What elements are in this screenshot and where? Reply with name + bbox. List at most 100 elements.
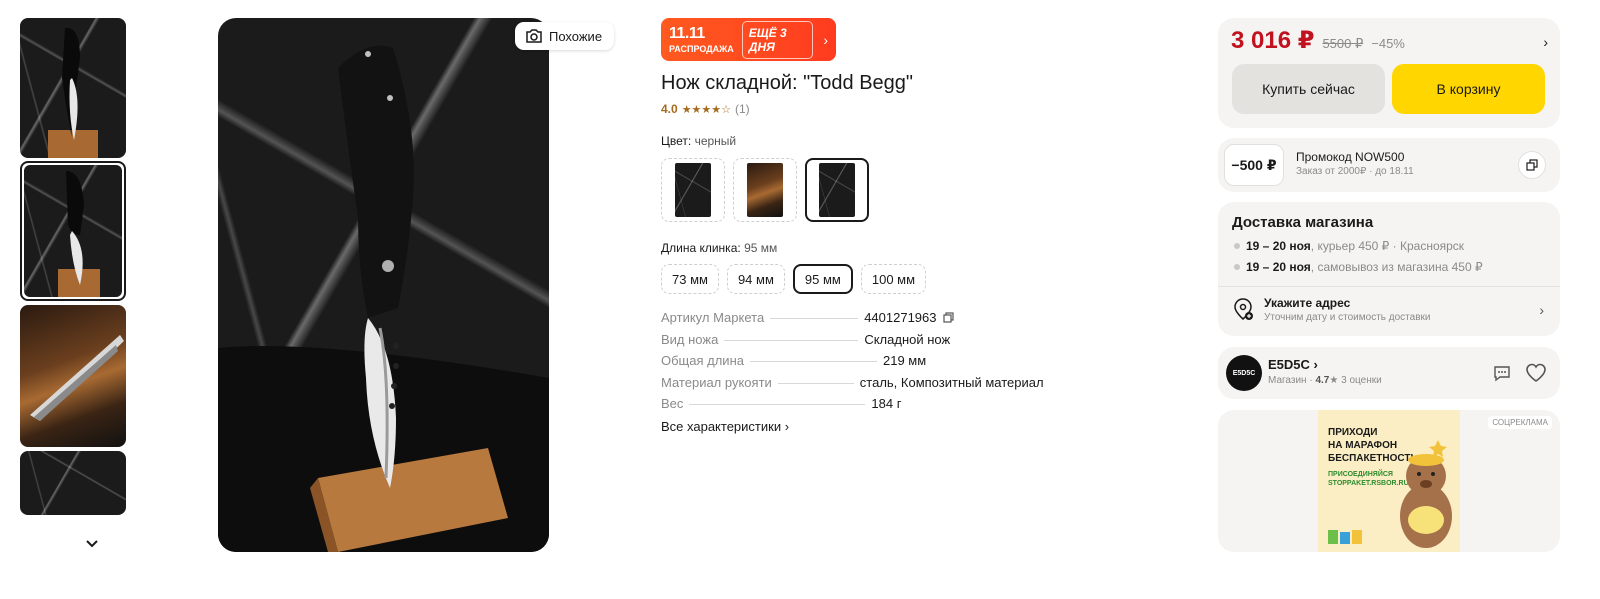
chevron-right-icon[interactable]: › [1539, 302, 1544, 318]
heart-icon[interactable] [1524, 361, 1548, 385]
sale-subtitle: РАСПРОДАЖА [669, 43, 734, 54]
spec-value: сталь, Композитный материал [859, 374, 1044, 390]
color-label: Цвет: черный [661, 134, 736, 148]
spec-key: Общая длина [661, 353, 744, 368]
chat-icon[interactable] [1492, 363, 1512, 383]
shop-card: E5D5C E5D5C › Магазин · 4.7★ 3 оценки [1218, 347, 1560, 399]
spec-key: Вид ножа [661, 331, 719, 347]
delivery-date: 19 – 20 ноя [1246, 260, 1311, 274]
shop-kind: Магазин · [1268, 375, 1316, 386]
promo-title: Промокод NOW500 [1296, 150, 1405, 164]
current-price: 3 016 ₽ [1231, 27, 1315, 54]
blade-option-selected[interactable]: 95 мм [792, 264, 853, 294]
spec-key: Артикул Маркета [661, 310, 765, 325]
social-ad-banner[interactable]: ПРИХОДИ НА МАРАФОН БЕСПАКЕТНОСТЬ ПРИСОЕД… [1218, 410, 1560, 552]
shop-name-link[interactable]: E5D5C › [1268, 357, 1318, 372]
promo-card: −500 ₽ Промокод NOW500 Заказ от 2000₽ · … [1218, 138, 1560, 192]
price-card: 3 016 ₽ 5500 ₽ −45% › Купить сейчас В ко… [1218, 18, 1560, 128]
rating-stars-icon: ★★★★☆ [681, 103, 731, 116]
color-option-2[interactable] [733, 158, 797, 222]
shop-meta: Магазин · 4.7★ 3 оценки [1268, 375, 1382, 386]
color-option-1[interactable] [661, 158, 725, 222]
color-option-image [819, 163, 855, 217]
spec-divider [777, 382, 854, 384]
spec-row: Вид ножа Складной нож [661, 332, 1061, 354]
chevron-down-icon[interactable] [84, 538, 100, 550]
add-to-cart-button[interactable]: В корзину [1392, 64, 1545, 114]
color-value: черный [694, 134, 737, 148]
copy-icon [1526, 159, 1538, 171]
spec-row: Вес 184 г [661, 396, 1061, 418]
bullet-icon [1234, 264, 1240, 270]
price-row[interactable]: 3 016 ₽ 5500 ₽ −45% [1231, 26, 1405, 55]
location-pin-icon [1234, 298, 1253, 320]
similar-button[interactable]: Похожие [515, 22, 615, 50]
sale-banner[interactable]: 11.11 РАСПРОДАЖА ЕЩЁ 3 ДНЯ › [661, 18, 836, 61]
ad-poster: ПРИХОДИ НА МАРАФОН БЕСПАКЕТНОСТЬ ПРИСОЕД… [1318, 410, 1460, 552]
delivery-title: Доставка магазина [1232, 214, 1374, 231]
wombat-illustration [1328, 440, 1452, 548]
thumbnail-image [20, 451, 126, 515]
delivery-detail: , самовывоз из магазина 450 ₽ [1310, 260, 1483, 274]
sale-date: 11.11 [669, 24, 705, 42]
shop-rating: 4.7 [1315, 375, 1330, 386]
spec-row: Артикул Маркета 4401271963 [661, 310, 1061, 332]
thumbnail-image [20, 305, 126, 447]
thumbnail-1[interactable] [20, 18, 126, 158]
delivery-detail: , курьер 450 ₽ · Красноярск [1310, 239, 1465, 253]
blade-length-label: Длина клинка: 95 мм [661, 241, 777, 255]
thumbnail-image [24, 165, 122, 297]
old-price: 5500 ₽ [1322, 36, 1364, 51]
product-rating[interactable]: 4.0 ★★★★☆ (1) [661, 102, 750, 116]
spec-value: 219 мм [882, 353, 927, 368]
sale-info: 11.11 РАСПРОДАЖА [669, 24, 734, 54]
article-number: 4401271963 [864, 310, 937, 325]
rating-value: 4.0 [661, 102, 678, 116]
bullet-icon [1234, 243, 1240, 249]
chevron-right-icon: › [784, 419, 790, 434]
shop-name: E5D5C [1268, 357, 1310, 372]
blade-label-text: Длина клинка: [661, 241, 741, 255]
spec-divider [770, 318, 859, 319]
copy-icon[interactable] [942, 312, 954, 323]
thumbnail-image [20, 18, 126, 158]
thumbnail-2[interactable] [20, 161, 126, 301]
address-subtitle: Уточним дату и стоимость доставки [1264, 312, 1431, 323]
sale-days-left: ЕЩЁ 3 ДНЯ [741, 20, 814, 59]
color-option-3[interactable] [805, 158, 869, 222]
camera-icon [526, 29, 542, 43]
blade-option[interactable]: 100 мм [860, 264, 927, 294]
all-specs-label: Все характеристики [661, 419, 782, 434]
reviews-count: (1) [735, 102, 750, 116]
blade-option[interactable]: 94 мм [726, 264, 785, 294]
spec-row: Общая длина 219 мм [661, 353, 1061, 375]
thumbnail-4[interactable] [20, 451, 126, 515]
thumbnail-3[interactable] [20, 305, 126, 447]
spec-divider [749, 361, 877, 362]
color-option-image [747, 163, 783, 217]
chevron-right-icon[interactable]: › [1543, 34, 1548, 50]
promo-subtitle: Заказ от 2000₽ · до 18.11 [1296, 166, 1414, 177]
shop-ratings-count: ★ 3 оценки [1329, 375, 1382, 386]
delivery-date: 19 – 20 ноя [1246, 239, 1311, 253]
spec-divider [689, 404, 866, 405]
shop-logo[interactable]: E5D5C [1226, 355, 1262, 391]
delivery-text: 19 – 20 ноя, самовывоз из магазина 450 ₽ [1246, 260, 1483, 274]
buy-now-button[interactable]: Купить сейчас [1232, 64, 1385, 114]
chevron-right-icon: › [823, 31, 828, 48]
delivery-option-courier: 19 – 20 ноя, курьер 450 ₽ · Красноярск [1234, 239, 1464, 253]
discount-badge: −45% [1371, 36, 1405, 51]
delivery-option-pickup: 19 – 20 ноя, самовывоз из магазина 450 ₽ [1234, 260, 1483, 274]
spec-divider [724, 339, 859, 341]
main-product-image[interactable] [218, 18, 549, 552]
copy-promo-button[interactable] [1518, 151, 1546, 179]
divider [1218, 286, 1560, 287]
blade-option[interactable]: 73 мм [661, 264, 719, 294]
address-title[interactable]: Укажите адрес [1264, 296, 1350, 310]
delivery-card: Доставка магазина 19 – 20 ноя, курьер 45… [1218, 202, 1560, 336]
delivery-text: 19 – 20 ноя, курьер 450 ₽ · Красноярск [1246, 239, 1464, 253]
color-label-text: Цвет: [661, 134, 692, 148]
ad-label: СОЦРЕКЛАМА [1488, 416, 1552, 429]
all-specs-link[interactable]: Все характеристики › [661, 419, 789, 434]
spec-key: Материал рукояти [661, 374, 772, 390]
